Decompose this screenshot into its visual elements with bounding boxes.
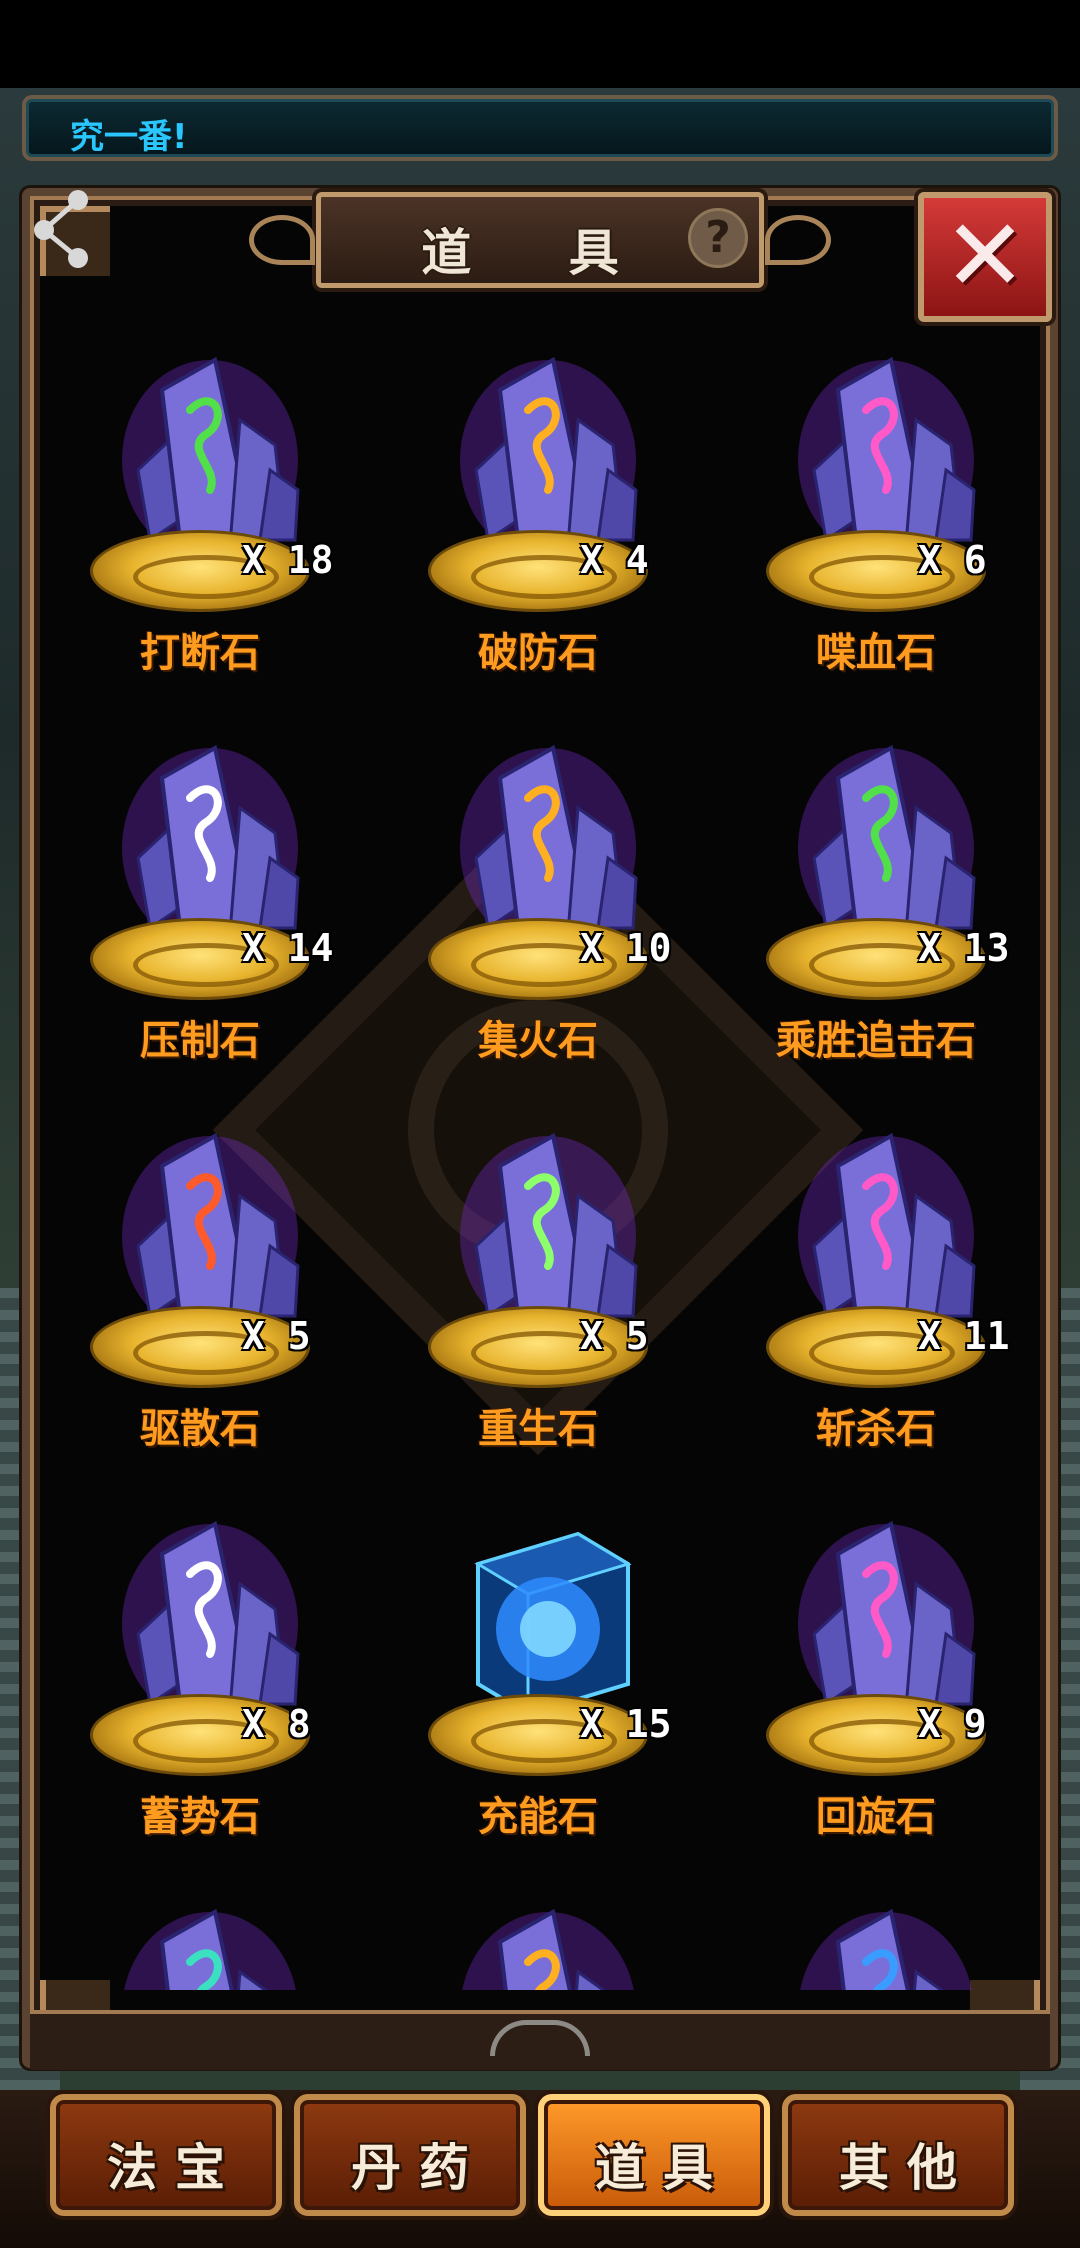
tab-danyao[interactable]: 丹药	[294, 2094, 526, 2216]
tab-fabao[interactable]: 法宝	[50, 2094, 282, 2216]
item-name: 喋血石	[816, 630, 936, 676]
item-slot[interactable]: X 4 破防石	[398, 330, 698, 720]
item-count: X 5	[242, 1314, 311, 1358]
item-count: X 9	[918, 1702, 987, 1746]
item-name: 回旋石	[816, 1794, 936, 1840]
item-slot[interactable]: X 11 斩杀石	[736, 1106, 1020, 1496]
item-slot[interactable]	[736, 1882, 1020, 1990]
tab-label: 法宝	[107, 2138, 243, 2197]
item-slot[interactable]: X 6 喋血石	[736, 330, 1020, 720]
item-slot[interactable]: X 14 压制石	[60, 718, 360, 1108]
item-count: X 8	[242, 1702, 311, 1746]
item-slot[interactable]: X 9 回旋石	[736, 1494, 1020, 1884]
rune-crystal-icon	[798, 1132, 976, 1336]
item-name: 重生石	[478, 1406, 598, 1452]
item-count: X 4	[580, 538, 649, 582]
rune-crystal-icon	[460, 356, 638, 560]
rune-crystal-icon	[800, 1908, 972, 1990]
energy-cube-icon	[474, 1531, 632, 1717]
item-slot[interactable]	[398, 1882, 698, 1990]
rune-crystal-icon	[460, 1132, 638, 1336]
item-name: 打断石	[140, 630, 260, 676]
item-count: X 5	[580, 1314, 649, 1358]
share-icon[interactable]	[30, 186, 94, 272]
item-name: 集火石	[478, 1018, 598, 1064]
item-name: 斩杀石	[816, 1406, 936, 1452]
close-icon: ✕	[943, 197, 1027, 314]
help-icon[interactable]: ?	[688, 208, 748, 268]
item-count: X 15	[580, 1702, 672, 1746]
rune-crystal-icon	[798, 744, 976, 948]
rune-crystal-icon	[798, 1520, 976, 1724]
item-grid: X 18 打断石 X 4 破防石 X 6 喋血石 X 14 压制石 X 10 集火石 X 13 乘胜追…	[60, 330, 1020, 1990]
item-slot[interactable]: X 13 乘胜追击石	[736, 718, 1020, 1108]
item-slot[interactable]: X 8 蓄势石	[60, 1494, 360, 1884]
rune-crystal-icon	[124, 1908, 296, 1990]
item-name: 蓄势石	[140, 1794, 260, 1840]
item-count: X 11	[918, 1314, 1010, 1358]
rune-crystal-icon	[122, 356, 300, 560]
item-count: X 10	[580, 926, 672, 970]
tab-label: 其他	[839, 2138, 975, 2197]
rune-crystal-icon	[460, 744, 638, 948]
item-slot[interactable]: X 10 集火石	[398, 718, 698, 1108]
rune-crystal-icon	[122, 744, 300, 948]
notice-bar: 究一番!	[22, 95, 1058, 161]
close-button[interactable]: ✕	[918, 192, 1052, 322]
rune-crystal-icon	[122, 1132, 300, 1336]
item-name: 破防石	[478, 630, 598, 676]
item-slot[interactable]	[60, 1882, 360, 1990]
rune-crystal-icon	[122, 1520, 300, 1724]
item-count: X 6	[918, 538, 987, 582]
item-slot[interactable]: X 5 驱散石	[60, 1106, 360, 1496]
item-count: X 18	[242, 538, 334, 582]
tab-label: 道具	[595, 2138, 731, 2197]
tab-qita[interactable]: 其他	[782, 2094, 1014, 2216]
item-name: 乘胜追击石	[776, 1018, 976, 1064]
item-slot[interactable]: X 15 充能石	[398, 1494, 698, 1884]
item-count: X 14	[242, 926, 334, 970]
item-name: 驱散石	[140, 1406, 260, 1452]
item-slot[interactable]: X 5 重生石	[398, 1106, 698, 1496]
rune-crystal-icon	[798, 356, 976, 560]
item-slot[interactable]: X 18 打断石	[60, 330, 360, 720]
notice-text: 究一番!	[70, 117, 188, 157]
rune-crystal-icon	[462, 1908, 634, 1990]
item-count: X 13	[918, 926, 1010, 970]
tab-label: 丹药	[351, 2138, 487, 2197]
item-name: 充能石	[478, 1794, 598, 1840]
tab-daoju[interactable]: 道具	[538, 2094, 770, 2216]
item-name: 压制石	[140, 1018, 260, 1064]
